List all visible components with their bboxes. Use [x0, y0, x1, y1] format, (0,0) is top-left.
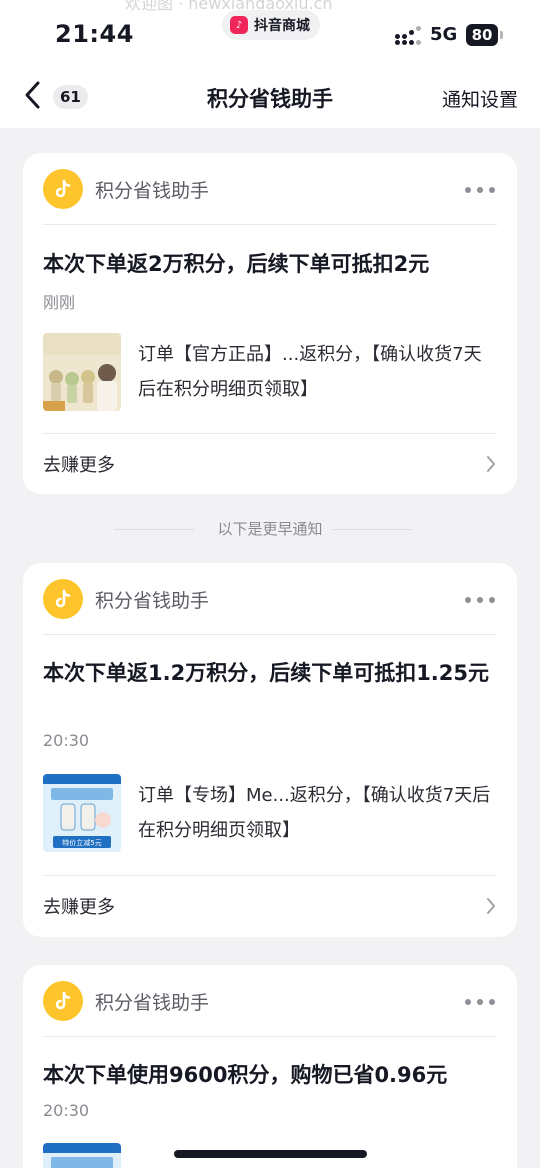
notification-card: 积分省钱助手 本次下单返2万积分，后续下单可抵扣2元 刚刚 订单【官方正品】..… — [23, 153, 517, 494]
douyin-note-icon — [55, 179, 71, 198]
sender-name: 积分省钱助手 — [95, 589, 210, 612]
card-divider — [43, 634, 497, 635]
order-description: 订单【专场】Me...返积分，【确认收货7天后在积分明细页领取】 — [138, 785, 491, 841]
notification-card: 积分省钱助手 本次下单使用9600积分，购物已省0.96元 20:30 — [23, 965, 517, 1168]
card-title: 本次下单返1.2万积分，后续下单可抵扣1.25元 — [43, 661, 490, 685]
signal-icon — [395, 26, 423, 46]
status-time: 21:44 — [55, 20, 134, 48]
douyin-note-icon — [55, 991, 71, 1010]
app-indicator-pill[interactable]: ♪ 抖音商城 — [222, 10, 320, 40]
more-dots-icon[interactable] — [465, 999, 495, 1005]
card-header: 积分省钱助手 — [43, 981, 497, 1021]
app-indicator-label: 抖音商城 — [254, 18, 310, 34]
more-dots-icon[interactable] — [465, 187, 495, 193]
card-header: 积分省钱助手 — [43, 169, 497, 209]
separator-text: 以下是更早通知 — [217, 520, 323, 538]
notification-settings-button[interactable]: 通知设置 — [442, 85, 518, 112]
separator-line — [332, 529, 412, 530]
notification-card: 积分省钱助手 本次下单返1.2万积分，后续下单可抵扣1.25元 20:30 特价… — [23, 563, 517, 937]
earn-more-label: 去赚更多 — [43, 455, 115, 476]
chevron-right-icon — [487, 456, 495, 472]
earn-more-label: 去赚更多 — [43, 897, 115, 918]
more-dots-icon[interactable] — [465, 597, 495, 603]
avatar[interactable] — [43, 169, 83, 209]
battery-nub — [500, 31, 503, 39]
earn-more-row[interactable]: 去赚更多 — [43, 434, 497, 494]
thumbnail-caption: 特价立减5元 — [62, 838, 101, 847]
product-thumbnail[interactable] — [43, 333, 121, 411]
card-title: 本次下单使用9600积分，购物已省0.96元 — [43, 1063, 448, 1087]
battery-icon: 80 — [466, 24, 498, 46]
card-time: 刚刚 — [43, 293, 76, 312]
home-indicator[interactable] — [174, 1150, 367, 1158]
chevron-right-icon — [487, 898, 495, 914]
product-thumbnail[interactable]: 特价立减5元 — [43, 774, 121, 852]
product-image — [43, 333, 121, 411]
avatar[interactable] — [43, 579, 83, 619]
earlier-notifications-separator: 以下是更早通知 — [0, 518, 540, 540]
order-description: 订单【官方正品】...返积分，【确认收货7天后在积分明细页领取】 — [138, 344, 482, 400]
earn-more-row[interactable]: 去赚更多 — [43, 876, 497, 936]
card-header: 积分省钱助手 — [43, 579, 497, 619]
sender-name: 积分省钱助手 — [95, 179, 210, 202]
card-divider — [43, 224, 497, 225]
avatar[interactable] — [43, 981, 83, 1021]
product-image — [43, 1143, 121, 1168]
nav-bar: 61 积分省钱助手 通知设置 — [0, 72, 540, 128]
sender-name: 积分省钱助手 — [95, 991, 210, 1014]
card-time: 20:30 — [43, 731, 90, 750]
status-bar: 欢迎图 · newxiandaoxiu.cn 21:44 ♪ 抖音商城 5G 8… — [0, 0, 540, 72]
network-type: 5G — [430, 24, 458, 45]
card-time: 20:30 — [43, 1101, 90, 1120]
product-thumbnail[interactable] — [43, 1143, 121, 1168]
card-divider — [43, 1036, 497, 1037]
douyin-mall-logo-icon: ♪ — [230, 16, 248, 34]
douyin-note-icon — [55, 589, 71, 608]
card-title: 本次下单返2万积分，后续下单可抵扣2元 — [43, 252, 430, 276]
product-image: 特价立减5元 — [43, 774, 121, 852]
